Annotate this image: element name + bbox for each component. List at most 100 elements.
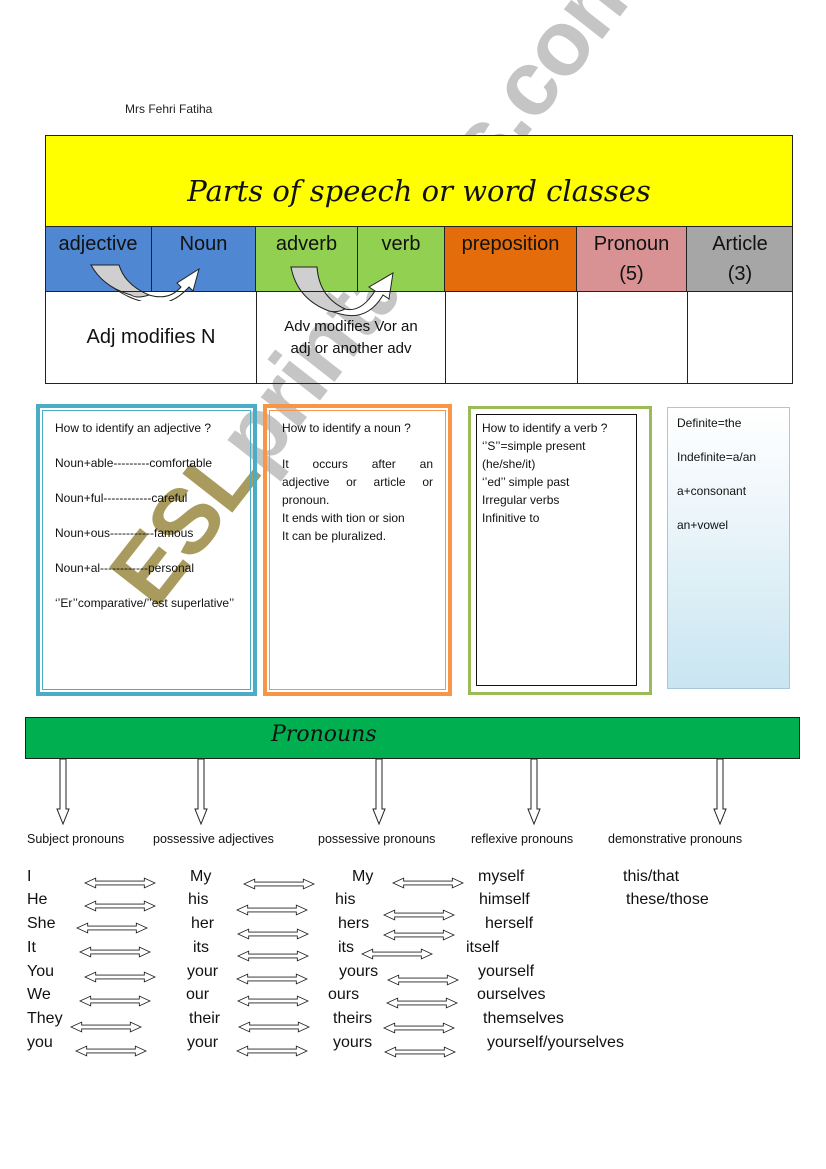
box-line: ‘’ed’’ simple past <box>482 475 570 489</box>
pronoun-possessive-pronoun: yours <box>333 1034 373 1051</box>
definition-pronoun <box>578 292 688 383</box>
double-arrow-icon <box>384 1046 456 1058</box>
box-line: Noun+ous-----------famous <box>55 526 194 540</box>
adjective-info-box: How to identify an adjective ? Noun+able… <box>36 404 257 696</box>
category-count: (3) <box>727 263 753 285</box>
double-arrow-icon <box>383 1022 455 1034</box>
double-arrow-icon <box>387 974 459 986</box>
double-arrow-icon <box>238 1021 310 1033</box>
page-title: Parts of speech or word classes <box>187 174 651 208</box>
category-pronoun: Pronoun (5) <box>577 227 687 291</box>
pronoun-subject: It <box>27 939 36 956</box>
pronoun-category-subject: Subject pronouns <box>27 832 125 846</box>
double-arrow-icon <box>383 929 455 941</box>
pronoun-possessive-adjective: her <box>191 915 215 932</box>
double-arrow-icon <box>236 1045 308 1057</box>
down-arrow-icon <box>372 759 386 825</box>
box-line: Infinitive to <box>482 511 540 525</box>
category-count: (5) <box>619 263 644 285</box>
definition-line: Adv modifies Vor an <box>284 317 418 335</box>
down-arrow-icon <box>194 759 208 825</box>
box-line: ‘’S’’=simple present <box>482 439 586 453</box>
pronoun-reflexive: ourselves <box>477 986 546 1003</box>
pronoun-subject: They <box>27 1010 63 1027</box>
pronoun-category-demonstrative: demonstrative pronouns <box>608 832 743 846</box>
definition-row: Adj modifies N Adv modifies Vor an adj o… <box>45 291 793 384</box>
box-line: Irregular verbs <box>482 493 560 507</box>
double-arrow-icon <box>84 877 156 889</box>
box-line: It occurs after an <box>282 457 433 471</box>
definition-line: adj or another adv <box>290 339 412 357</box>
box-line: It can be pluralized. <box>282 529 387 543</box>
pronouns-title: Pronouns <box>271 722 377 747</box>
box-line: It ends with tion or sion <box>282 511 405 525</box>
definition-article <box>688 292 792 383</box>
pronoun-category-possessive-adjectives: possessive adjectives <box>153 832 274 846</box>
box-heading: How to identify a noun ? <box>282 421 411 435</box>
pronoun-demonstrative: these/those <box>626 891 709 908</box>
box-line: pronoun. <box>282 493 330 507</box>
pronoun-possessive-pronoun: its <box>338 939 354 956</box>
box-line: Noun+ful------------careful <box>55 491 188 505</box>
pronoun-demonstrative: this/that <box>623 868 680 885</box>
pronoun-reflexive: itself <box>466 939 499 956</box>
box-line: Indefinite=a/an <box>677 450 757 464</box>
box-line: Noun+al------------personal <box>55 561 195 575</box>
box-line: an+vowel <box>677 518 729 532</box>
pronoun-possessive-pronoun: his <box>335 891 356 908</box>
down-arrow-icon <box>527 759 541 825</box>
double-arrow-icon <box>79 995 151 1007</box>
box-line: ‘’Er’’comparative/’’est superlative’’ <box>55 596 235 610</box>
double-arrow-icon <box>361 948 433 960</box>
pronoun-subject: He <box>27 891 48 908</box>
pronoun-reflexive: himself <box>479 891 530 908</box>
pronoun-reflexive: yourself <box>478 963 535 980</box>
definition-preposition <box>446 292 578 383</box>
category-label: adjective <box>58 233 138 255</box>
pronoun-subject: you <box>27 1034 53 1051</box>
pronoun-category-reflexive: reflexive pronouns <box>471 832 574 846</box>
article-info-box: Definite=the Indefinite=a/an a+consonant… <box>667 407 790 689</box>
pronoun-subject: I <box>27 868 32 885</box>
down-arrow-icon <box>713 759 727 825</box>
pronoun-possessive-pronoun: My <box>352 868 374 885</box>
box-line: (he/she/it) <box>482 457 536 471</box>
verb-info-box: How to identify a verb ? ‘’S’’=simple pr… <box>468 406 652 695</box>
double-arrow-icon <box>386 997 458 1009</box>
pronouns-banner: Pronouns <box>25 717 800 759</box>
category-label: Article <box>712 233 768 255</box>
category-label: preposition <box>461 233 560 255</box>
author-name: Mrs Fehri Fatiha <box>125 102 213 116</box>
down-arrow-icon <box>56 759 70 825</box>
box-line: Definite=the <box>677 416 742 430</box>
definition-adverb-verb: Adv modifies Vor an adj or another adv <box>257 292 446 383</box>
category-row: adjective Noun adverb verb preposition P… <box>45 227 793 317</box>
double-arrow-icon <box>236 973 308 985</box>
category-label: adverb <box>275 233 338 255</box>
double-arrow-icon <box>84 900 156 912</box>
noun-info-box: How to identify a noun ? It occurs after… <box>263 404 452 696</box>
double-arrow-icon <box>237 928 309 940</box>
pronoun-possessive-pronoun: theirs <box>333 1010 373 1027</box>
double-arrow-icon <box>84 971 156 983</box>
pronoun-subject: You <box>27 963 54 980</box>
definition-adjective-noun: Adj modifies N <box>46 292 257 383</box>
pronoun-reflexive: herself <box>485 915 534 932</box>
pronoun-possessive-adjective: his <box>188 891 209 908</box>
pronoun-possessive-adjective: your <box>187 1034 219 1051</box>
category-article: Article (3) <box>687 227 793 291</box>
double-arrow-icon <box>236 904 308 916</box>
double-arrow-icon <box>70 1021 142 1033</box>
double-arrow-icon <box>237 950 309 962</box>
pronoun-possessive-adjective: its <box>193 939 209 956</box>
double-arrow-icon <box>243 878 315 890</box>
double-arrow-icon <box>392 877 464 889</box>
pronoun-possessive-adjective: My <box>190 868 212 885</box>
pronoun-subject: We <box>27 986 51 1003</box>
pronoun-reflexive: myself <box>478 868 525 885</box>
pronoun-subject: She <box>27 915 56 932</box>
double-arrow-icon <box>383 909 455 921</box>
category-preposition: preposition <box>445 227 577 291</box>
pronoun-reflexive: yourself/yourselves <box>487 1034 624 1051</box>
double-arrow-icon <box>75 1045 147 1057</box>
